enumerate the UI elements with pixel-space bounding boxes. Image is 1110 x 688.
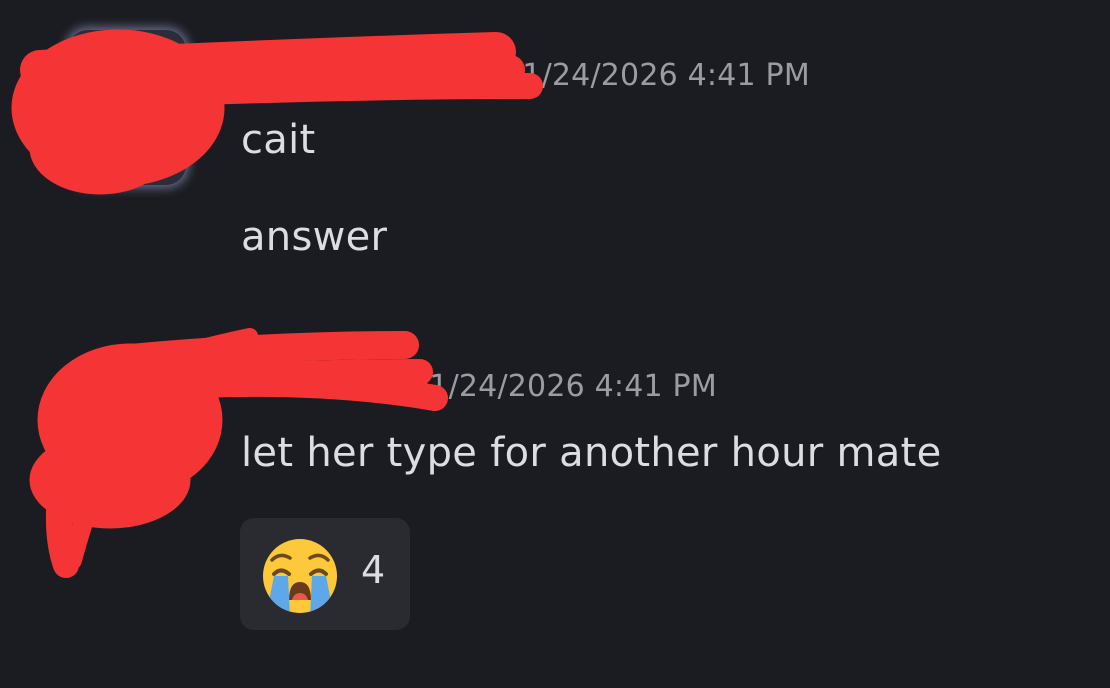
loudly-crying-face-icon bbox=[263, 539, 337, 613]
chat-log: 01/24/2026 4:41 PM cait answer 01/24/202… bbox=[0, 0, 1110, 688]
message-group: 01/24/2026 4:41 PM let her type for anot… bbox=[0, 0, 1110, 688]
reaction-count: 4 bbox=[361, 548, 386, 592]
reaction-button[interactable]: 4 bbox=[240, 518, 410, 630]
message-timestamp: 01/24/2026 4:41 PM bbox=[410, 369, 717, 404]
message-text: let her type for another hour mate bbox=[241, 430, 942, 476]
